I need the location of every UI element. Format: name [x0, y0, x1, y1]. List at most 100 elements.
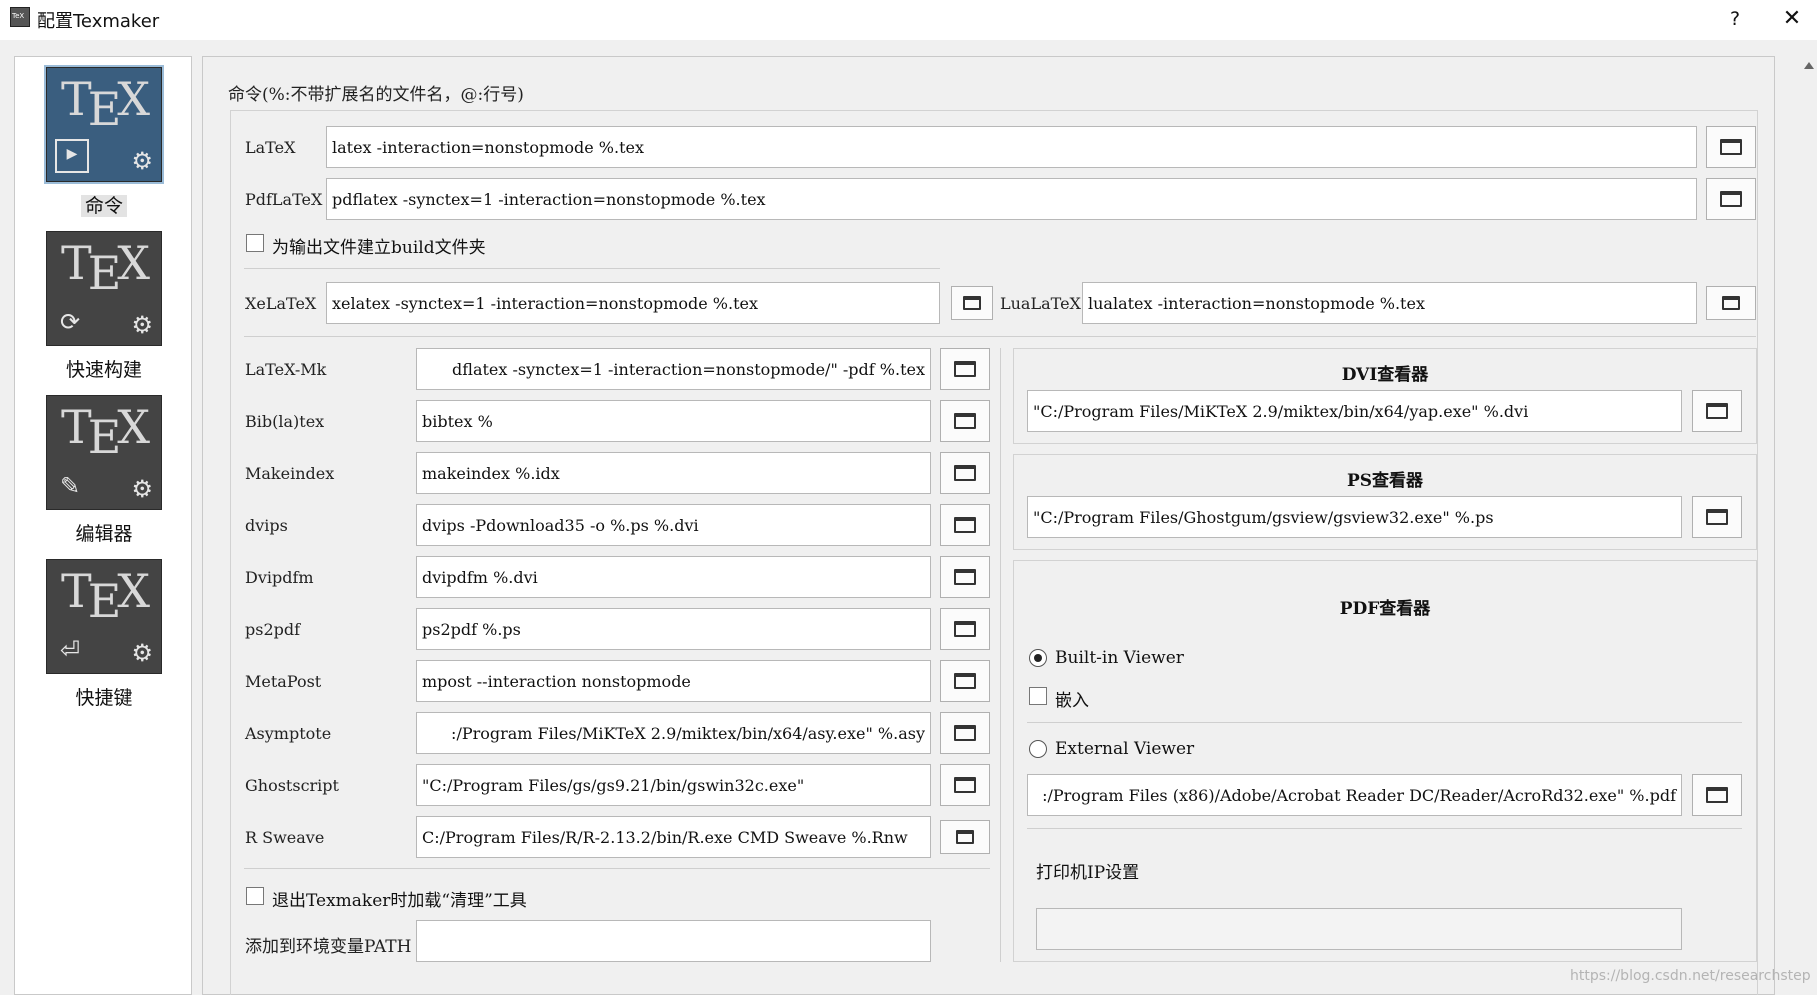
sidebar-item-label[interactable]: 快捷键 [15, 683, 193, 710]
asymptote-browse-button[interactable] [940, 712, 990, 754]
metapost-browse-button[interactable] [940, 660, 990, 702]
folder-icon [954, 569, 976, 585]
divider [244, 868, 990, 869]
lualatex-label: LuaLaTeX [1000, 294, 1081, 313]
dvipdfm-browse-button[interactable] [940, 556, 990, 598]
clean-on-exit-checkbox[interactable] [246, 887, 264, 905]
folder-icon [954, 777, 976, 793]
printer-ip-input[interactable] [1036, 908, 1682, 950]
gear-icon: ⚙ [131, 475, 153, 503]
folder-icon [956, 830, 974, 844]
xelatex-browse-button[interactable] [951, 286, 993, 320]
embed-checkbox[interactable] [1029, 687, 1047, 705]
watermark: https://blog.csdn.net/researchstep [1570, 968, 1811, 984]
dvips-command-input[interactable]: dvips -Pdownload35 -o %.ps %.dvi [416, 504, 931, 546]
gear-icon: ⚙ [131, 311, 153, 339]
help-button[interactable]: ? [1720, 4, 1750, 34]
folder-icon [954, 361, 976, 377]
build-folder-label: 为输出文件建立build文件夹 [272, 238, 486, 258]
makeindex-browse-button[interactable] [940, 452, 990, 494]
embed-label: 嵌入 [1055, 691, 1089, 711]
title-bar [0, 0, 1817, 40]
bibtex-command-input[interactable]: bibtex % [416, 400, 931, 442]
dvips-browse-button[interactable] [940, 504, 990, 546]
rsweave-command-input[interactable]: C:/Program Files/R/R-2.13.2/bin/R.exe CM… [416, 816, 931, 858]
xelatex-command-input[interactable]: xelatex -synctex=1 -interaction=nonstopm… [326, 282, 940, 324]
builtin-viewer-radio[interactable] [1029, 649, 1047, 667]
folder-icon [1722, 296, 1740, 310]
sidebar-item-commands[interactable]: TEX ▶ ⚙ [44, 65, 164, 184]
pdf-viewer-group [1013, 560, 1757, 962]
folder-icon [1706, 403, 1728, 419]
category-sidebar: TEX ▶ ⚙ 命令 TEX ⟳ ⚙ 快速构建 TEX ✎ ⚙ 编辑器 TEX … [14, 56, 192, 995]
pdflatex-command-input[interactable]: pdflatex -synctex=1 -interaction=nonstop… [326, 178, 1697, 220]
dvi-viewer-input[interactable]: "C:/Program Files/MiKTeX 2.9/miktex/bin/… [1027, 390, 1682, 432]
sidebar-item-label[interactable]: 编辑器 [15, 519, 193, 546]
tex-logo-icon: TEX [61, 236, 150, 300]
latex-browse-button[interactable] [1706, 126, 1756, 168]
folder-icon [1720, 191, 1742, 207]
pdf-viewer-input[interactable]: :/Program Files (x86)/Adobe/Acrobat Read… [1027, 774, 1682, 816]
sidebar-item-shortcuts[interactable]: TEX ⏎ ⚙ [46, 559, 162, 674]
close-button[interactable]: ✕ [1775, 4, 1809, 34]
scroll-up-icon[interactable] [1804, 62, 1814, 69]
lualatex-command-input[interactable]: lualatex -interaction=nonstopmode %.tex [1082, 282, 1697, 324]
ghostscript-label: Ghostscript [245, 776, 339, 795]
dvipdfm-label: Dvipdfm [245, 568, 314, 587]
tex-logo-icon: TEX [61, 400, 150, 464]
scrollbar[interactable] [1801, 56, 1817, 995]
metapost-label: MetaPost [245, 672, 322, 691]
latexmk-browse-button[interactable] [940, 348, 990, 390]
dvi-viewer-title: DVI查看器 [1341, 365, 1429, 385]
sidebar-item-label[interactable]: 快速构建 [15, 355, 193, 382]
pdf-viewer-title: PDF查看器 [1339, 599, 1431, 619]
clean-on-exit-label: 退出Texmaker时加载“清理”工具 [272, 891, 527, 911]
pencil-icon: ✎ [59, 472, 81, 500]
env-path-input[interactable] [416, 920, 931, 962]
bibtex-browse-button[interactable] [940, 400, 990, 442]
latex-command-input[interactable]: latex -interaction=nonstopmode %.tex [326, 126, 1697, 168]
ps2pdf-browse-button[interactable] [940, 608, 990, 650]
pdf-viewer-browse-button[interactable] [1692, 774, 1742, 816]
tex-logo-icon: TEX [61, 72, 150, 136]
folder-icon [954, 413, 976, 429]
lualatex-browse-button[interactable] [1706, 286, 1756, 320]
folder-icon [954, 725, 976, 741]
sidebar-item-editor[interactable]: TEX ✎ ⚙ [46, 395, 162, 510]
ghostscript-command-input[interactable]: "C:/Program Files/gs/gs9.21/bin/gswin32c… [416, 764, 931, 806]
commands-group-title: 命令(%:不带扩展名的文件名，@:行号) [228, 85, 524, 105]
builtin-viewer-label: Built-in Viewer [1055, 648, 1184, 668]
metapost-command-input[interactable]: mpost --interaction nonstopmode [416, 660, 931, 702]
asymptote-command-input[interactable]: :/Program Files/MiKTeX 2.9/miktex/bin/x6… [416, 712, 931, 754]
external-viewer-label: External Viewer [1055, 739, 1195, 759]
ps-viewer-title: PS查看器 [1346, 471, 1424, 491]
pdflatex-label: PdfLaTeX [245, 190, 323, 209]
build-folder-checkbox[interactable] [246, 234, 264, 252]
folder-icon [954, 517, 976, 533]
ps2pdf-command-input[interactable]: ps2pdf %.ps [416, 608, 931, 650]
pdflatex-browse-button[interactable] [1706, 178, 1756, 220]
external-viewer-radio[interactable] [1029, 740, 1047, 758]
latexmk-command-input[interactable]: dflatex -synctex=1 -interaction=nonstopm… [416, 348, 931, 390]
play-circle-icon: ⟳ [59, 308, 81, 336]
ps-viewer-browse-button[interactable] [1692, 496, 1742, 538]
folder-icon [954, 465, 976, 481]
dvipdfm-command-input[interactable]: dvipdfm %.dvi [416, 556, 931, 598]
window-title: 配置Texmaker [37, 11, 160, 32]
folder-icon [963, 296, 981, 310]
gear-icon: ⚙ [131, 147, 153, 175]
divider [1027, 722, 1742, 723]
ps-viewer-input[interactable]: "C:/Program Files/Ghostgum/gsview/gsview… [1027, 496, 1682, 538]
sidebar-item-label[interactable]: 命令 [15, 191, 193, 218]
latexmk-label: LaTeX-Mk [245, 360, 327, 379]
ghostscript-browse-button[interactable] [940, 764, 990, 806]
rsweave-browse-button[interactable] [940, 820, 990, 854]
sidebar-item-quick-build[interactable]: TEX ⟳ ⚙ [46, 231, 162, 346]
rsweave-label: R Sweave [245, 828, 325, 847]
makeindex-command-input[interactable]: makeindex %.idx [416, 452, 931, 494]
gear-icon: ⚙ [131, 639, 153, 667]
dvi-viewer-browse-button[interactable] [1692, 390, 1742, 432]
dvips-label: dvips [245, 516, 288, 535]
folder-icon [954, 621, 976, 637]
printer-ip-label: 打印机IP设置 [1036, 863, 1140, 883]
